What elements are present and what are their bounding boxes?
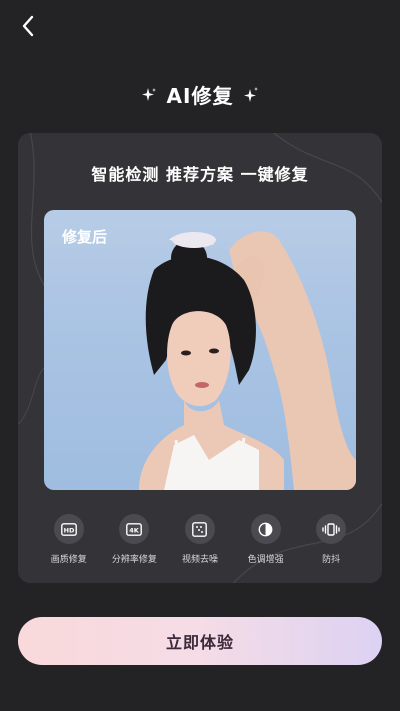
feature-card: 智能检测 推荐方案 一键修复 修复后 HD 画质修复 4K 分辨率修复 视频去噪…: [18, 133, 382, 583]
tool-label: 视频去噪: [181, 555, 218, 565]
after-repair-label: 修复后: [62, 228, 108, 246]
tool-label: 防抖: [322, 555, 341, 565]
tool-resolution-repair[interactable]: 4K 分辨率修复: [103, 514, 165, 565]
svg-text:4K: 4K: [130, 526, 141, 534]
back-button[interactable]: [14, 12, 42, 40]
tool-quality-repair[interactable]: HD 画质修复: [38, 514, 100, 565]
page-title: AI修复: [166, 84, 234, 108]
portrait-image: [139, 231, 356, 490]
page-header: AI修复: [0, 80, 400, 109]
chevron-left-icon: [22, 15, 34, 37]
try-now-button[interactable]: 立即体验: [18, 617, 382, 665]
hd-icon: HD: [60, 522, 77, 536]
svg-text:HD: HD: [63, 526, 74, 534]
ai-repair-screen: AI修复 智能检测 推荐方案 一键修复 修复后 HD 画质修复 4K 分辨率修复…: [0, 0, 400, 711]
color-tone-icon: [258, 522, 273, 536]
denoise-icon: [192, 521, 208, 537]
tool-label: 色调增强: [247, 555, 284, 565]
sparkle-icon: [141, 87, 156, 101]
card-subtitle: 智能检测 推荐方案 一键修复: [91, 165, 309, 184]
tool-label: 画质修复: [50, 555, 87, 565]
after-repair-photo: 修复后: [44, 210, 356, 490]
tool-color-enhance[interactable]: 色调增强: [235, 514, 297, 565]
stabilize-icon: [322, 522, 340, 536]
tool-stabilize[interactable]: 防抖: [300, 514, 362, 565]
tool-video-denoise[interactable]: 视频去噪: [169, 514, 231, 565]
sparkle-icon: [244, 86, 259, 102]
4k-icon: 4K: [126, 522, 143, 536]
try-now-label: 立即体验: [165, 633, 234, 652]
tool-list: HD 画质修复 4K 分辨率修复 视频去噪 色调增强 防抖: [18, 514, 382, 565]
tool-label: 分辨率修复: [111, 555, 157, 565]
